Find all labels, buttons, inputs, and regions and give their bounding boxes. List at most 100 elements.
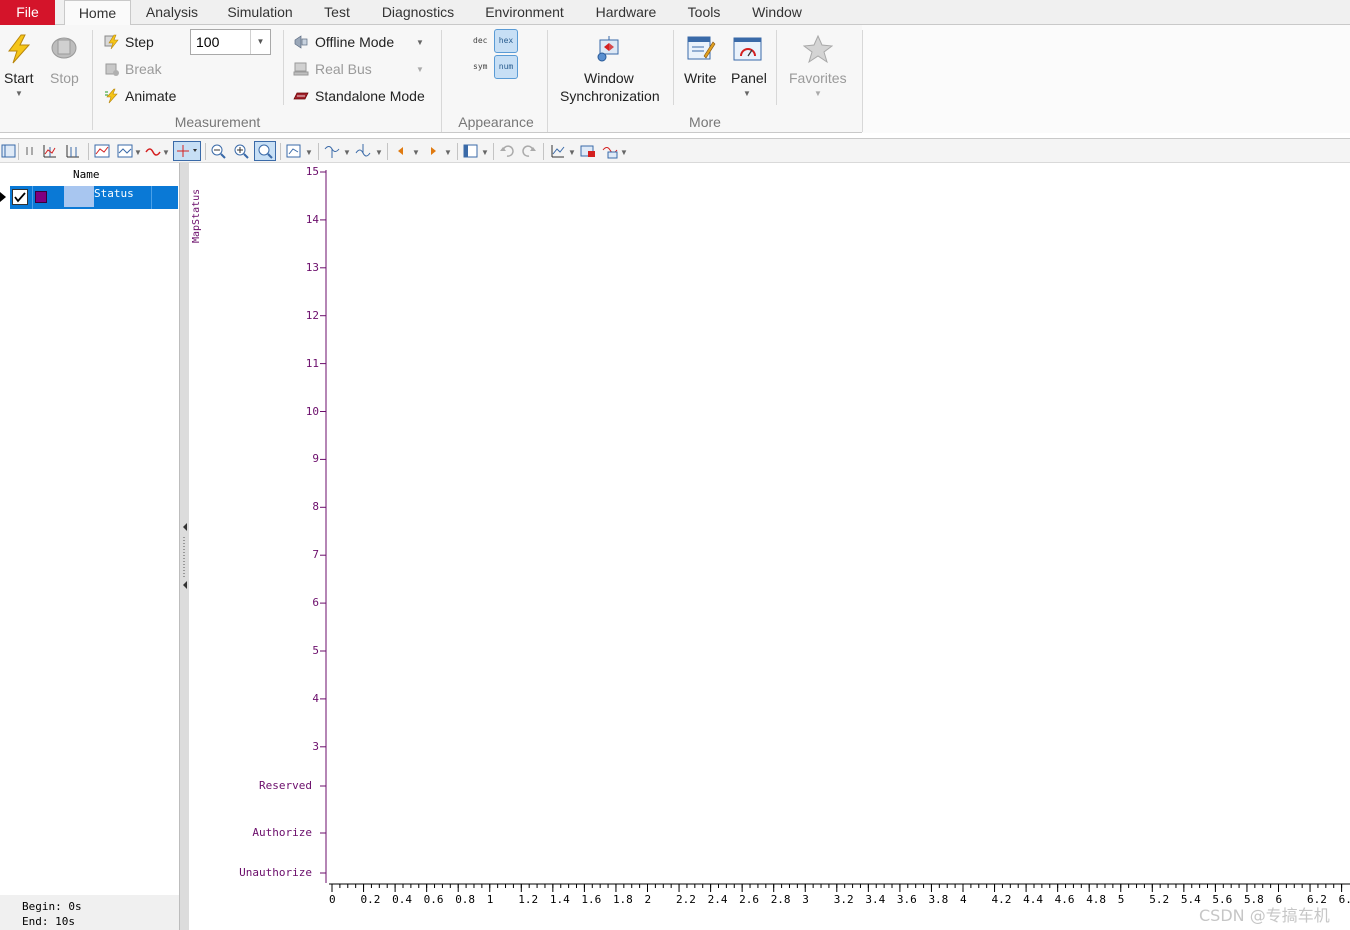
graph-options-icon[interactable]: [117, 143, 133, 159]
chevron-down-icon[interactable]: ▼: [620, 148, 628, 157]
next-icon[interactable]: [425, 143, 441, 159]
layout-icon[interactable]: [1, 143, 17, 159]
write-label: Write: [684, 70, 717, 86]
stop-icon: [51, 37, 77, 59]
window-layout-icon[interactable]: [463, 143, 479, 159]
tab-environment[interactable]: Environment: [474, 0, 575, 25]
signal-visible-checkbox[interactable]: [12, 189, 28, 205]
signal-color-swatch[interactable]: [35, 191, 47, 203]
y-tick-label: 15: [305, 165, 319, 178]
tab-tools[interactable]: Tools: [677, 0, 731, 25]
tab-diagnostics[interactable]: Diagnostics: [372, 0, 464, 25]
zoom-fit-icon[interactable]: [254, 141, 276, 161]
difference-marker-icon[interactable]: [65, 143, 81, 159]
x-tick-label: 2.4: [707, 893, 728, 906]
chevron-down-icon[interactable]: ▼: [162, 148, 170, 157]
measure-marker-icon[interactable]: [42, 143, 58, 159]
xy-mode-icon[interactable]: [173, 141, 201, 161]
splitter-grip-icon: [183, 523, 187, 589]
signal-name: Status: [94, 187, 134, 200]
x-tick-label: 4.6: [1054, 893, 1075, 906]
chevron-down-icon[interactable]: ▼: [305, 148, 313, 157]
x-tick-label: 0.8: [455, 893, 476, 906]
tab-file[interactable]: File: [0, 0, 55, 25]
tab-test[interactable]: Test: [314, 0, 360, 25]
chevron-down-icon[interactable]: ▼: [343, 148, 351, 157]
more-group-label: More: [689, 114, 721, 130]
x-tick-label: 3: [802, 893, 809, 906]
y-axis-title: MapStatus: [191, 173, 207, 253]
panel-icon: [733, 37, 762, 61]
hex-toggle[interactable]: hex: [494, 29, 518, 53]
pane-splitter[interactable]: [179, 163, 189, 930]
redo-icon[interactable]: [521, 143, 537, 159]
signal-row[interactable]: Status: [10, 186, 178, 209]
num-toggle[interactable]: num: [494, 55, 518, 79]
signal-config-icon[interactable]: [602, 143, 618, 159]
divider: [673, 30, 674, 105]
watermark: CSDN @专搞车机: [1199, 906, 1330, 925]
y-axis-title-text: MapStatus: [191, 188, 202, 243]
toolbar-divider: [205, 143, 206, 160]
y-tick-label: 9: [312, 452, 319, 466]
tab-home[interactable]: Home: [64, 0, 131, 26]
toolbar-divider: [318, 143, 319, 160]
zoom-in-icon[interactable]: [233, 143, 249, 159]
y-tick-label: 11: [305, 356, 319, 370]
x-tick-label: 4.4: [1023, 893, 1043, 906]
measurement-group-label: Measurement: [174, 114, 261, 130]
toolbar-divider: [280, 143, 281, 160]
step-count-value: 100: [196, 34, 220, 50]
plot-canvas: [320, 170, 1350, 892]
chevron-down-icon[interactable]: ▼: [444, 148, 452, 157]
standalone-mode-label: Standalone Mode: [315, 88, 425, 104]
column-divider: [151, 186, 152, 209]
chevron-down-icon[interactable]: ▼: [134, 148, 142, 157]
tab-analysis[interactable]: Analysis: [137, 0, 207, 25]
x-tick-label: 1.8: [612, 893, 633, 906]
y-tick-label: 7: [312, 548, 319, 562]
real-bus-icon: [293, 62, 309, 76]
graph-fit-icon[interactable]: [94, 143, 110, 159]
x-tick-label: 3.4: [865, 893, 886, 906]
y-tick-label: 6: [312, 596, 319, 610]
chevron-down-icon[interactable]: ▼: [375, 148, 383, 157]
measurement-cursor-icon[interactable]: [355, 143, 371, 159]
zoom-out-icon[interactable]: [210, 143, 226, 159]
y-enum-label: Authorize: [252, 826, 312, 839]
x-tick-label: 0.4: [392, 893, 412, 906]
axis-options-icon[interactable]: [286, 143, 302, 159]
graphics-plot-area[interactable]: MapStatus 15 14 13 12 11 10 9 8 7 6 5 4 3 Reserved Aut…: [189, 163, 1350, 930]
chevron-down-icon[interactable]: ▼: [568, 148, 576, 157]
tab-simulation[interactable]: Simulation: [218, 0, 302, 25]
previous-icon[interactable]: [393, 143, 409, 159]
export-icon[interactable]: [580, 143, 596, 159]
undo-icon[interactable]: [499, 143, 515, 159]
toolbar-divider: [18, 143, 19, 160]
chevron-down-icon: ▼: [15, 89, 23, 98]
pause-icon[interactable]: [22, 143, 38, 159]
x-tick-label: 2: [644, 893, 652, 906]
chevron-down-icon[interactable]: ▼: [412, 148, 420, 157]
chevron-down-icon[interactable]: ▼: [481, 148, 489, 157]
tab-window[interactable]: Window: [741, 0, 813, 25]
name-column-header[interactable]: Name: [73, 168, 100, 181]
stop-label: Stop: [50, 70, 79, 86]
chevron-down-icon[interactable]: ▼: [250, 30, 270, 54]
x-tick-label: 4: [960, 893, 967, 906]
divider: [283, 30, 284, 105]
x-tick-label: 3.6: [896, 893, 917, 906]
signal-line-icon[interactable]: [145, 143, 161, 159]
y-tick-label: 14: [305, 212, 319, 226]
y-tick-label: 13: [305, 260, 319, 274]
end-time: End: 10s: [22, 915, 75, 928]
cursor-icon[interactable]: [324, 143, 340, 159]
animate-label: Animate: [125, 88, 177, 104]
tab-hardware[interactable]: Hardware: [585, 0, 667, 25]
x-tick-label: 1.6: [581, 893, 602, 906]
chevron-down-icon: ▼: [416, 65, 424, 74]
step-count-input[interactable]: 100 ▼: [190, 29, 271, 55]
y-tick-label: 3: [312, 739, 319, 753]
chart-type-icon[interactable]: [550, 143, 566, 159]
real-bus-label: Real Bus: [315, 61, 372, 77]
